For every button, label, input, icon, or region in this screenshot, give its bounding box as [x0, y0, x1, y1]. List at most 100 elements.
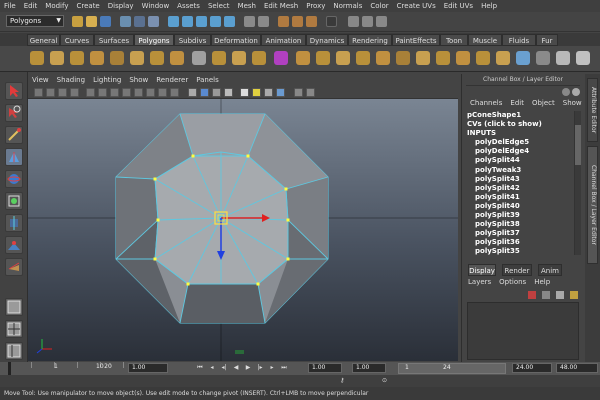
panel-menu-renderer[interactable]: Renderer	[152, 76, 192, 84]
panel-menu-lighting[interactable]: Lighting	[89, 76, 125, 84]
panel-menu-view[interactable]: View	[28, 76, 53, 84]
step-back-key-icon[interactable]: ◂|	[220, 364, 228, 372]
poly-cube-icon[interactable]	[50, 51, 64, 65]
bookmark-icon[interactable]	[58, 88, 67, 97]
append-polygon-icon[interactable]	[336, 51, 350, 65]
image-plane-icon[interactable]	[70, 88, 79, 97]
textured-icon[interactable]	[240, 88, 249, 97]
current-time-field[interactable]: 1.00	[128, 363, 168, 373]
cb-menu-edit[interactable]: Edit	[506, 99, 528, 109]
input-node[interactable]: polySplit35	[467, 247, 575, 255]
input-node[interactable]: polySplit38	[467, 220, 575, 229]
shelf-tab-surfaces[interactable]: Surfaces	[94, 34, 134, 46]
insert-edge-loop-icon[interactable]	[376, 51, 390, 65]
snap-grid-icon[interactable]	[168, 16, 179, 27]
channel-box-scrollbar[interactable]	[574, 111, 581, 255]
snap-surface-icon[interactable]	[224, 16, 235, 27]
menu-display[interactable]: Display	[104, 2, 138, 10]
wireframe-icon[interactable]	[188, 88, 197, 97]
show-channel-box-icon[interactable]	[376, 16, 387, 27]
paint-select-tool-icon[interactable]	[5, 126, 23, 144]
input-node[interactable]: polySplit37	[467, 229, 575, 238]
layout-four-pane-icon[interactable]	[5, 320, 23, 338]
render-settings-icon[interactable]	[306, 16, 317, 27]
menu-edit-uvs[interactable]: Edit UVs	[440, 2, 477, 10]
poke-icon[interactable]	[476, 51, 490, 65]
show-attribute-editor-icon[interactable]	[348, 16, 359, 27]
play-forward-icon[interactable]: ▶	[244, 364, 252, 372]
layout-single-pane-icon[interactable]	[5, 298, 23, 316]
input-node[interactable]: polySplit44	[467, 156, 575, 165]
go-to-end-icon[interactable]: ⏭	[280, 364, 288, 372]
cb-menu-object[interactable]: Object	[528, 99, 559, 109]
channel-box-option-icon[interactable]	[562, 88, 570, 96]
high-quality-icon[interactable]	[306, 88, 315, 97]
scrollbar-thumb[interactable]	[575, 125, 581, 165]
poly-cylinder-icon[interactable]	[70, 51, 84, 65]
open-scene-icon[interactable]	[86, 16, 97, 27]
shape-node-name[interactable]: pConeShape1	[467, 111, 575, 120]
rotate-tool-icon[interactable]	[5, 170, 23, 188]
menu-create[interactable]: Create	[72, 2, 103, 10]
select-object-icon[interactable]	[134, 16, 145, 27]
scale-tool-icon[interactable]	[5, 192, 23, 210]
shelf-tab-painteffects[interactable]: PaintEffects	[392, 34, 440, 46]
checker-icon[interactable]	[556, 51, 570, 65]
input-node[interactable]: polySplit42	[467, 184, 575, 193]
safe-title-icon[interactable]	[158, 88, 167, 97]
camera-attributes-icon[interactable]	[46, 88, 55, 97]
menu-set-select[interactable]: Polygons ▼	[6, 15, 64, 27]
menu-color[interactable]: Color	[366, 2, 392, 10]
snap-curve-icon[interactable]	[182, 16, 193, 27]
attribute-editor-tab[interactable]: Attribute Editor	[587, 78, 598, 142]
isolate-select-icon[interactable]	[294, 88, 303, 97]
menu-file[interactable]: File	[0, 2, 20, 10]
input-node[interactable]: polyTweak3	[467, 166, 575, 175]
animation-end-field[interactable]: 48.00	[556, 363, 598, 373]
film-gate-icon[interactable]	[98, 88, 107, 97]
separate-icon[interactable]	[212, 51, 226, 65]
perspective-viewport[interactable]	[28, 99, 458, 361]
shelf-tab-curves[interactable]: Curves	[60, 34, 94, 46]
camera-select-icon[interactable]	[34, 88, 43, 97]
shelf-tab-polygons[interactable]: Polygons	[134, 34, 174, 46]
input-node[interactable]: polyDelEdge4	[467, 147, 575, 156]
step-forward-frame-icon[interactable]: ▸	[268, 364, 276, 372]
resolution-gate-icon[interactable]	[110, 88, 119, 97]
panel-menu-shading[interactable]: Shading	[53, 76, 89, 84]
field-chart-icon[interactable]	[134, 88, 143, 97]
menu-mesh[interactable]: Mesh	[234, 2, 260, 10]
input-node[interactable]: polyDelEdge5	[467, 138, 575, 147]
shadows-icon[interactable]	[264, 88, 273, 97]
poly-pyramid-icon[interactable]	[170, 51, 184, 65]
step-forward-key-icon[interactable]: |▸	[256, 364, 264, 372]
menu-normals[interactable]: Normals	[329, 2, 366, 10]
shelf-tab-fluids[interactable]: Fluids	[502, 34, 536, 46]
menu-create-uvs[interactable]: Create UVs	[393, 2, 440, 10]
ipr-render-icon[interactable]	[292, 16, 303, 27]
select-hierarchy-icon[interactable]	[120, 16, 131, 27]
poly-prism-icon[interactable]	[150, 51, 164, 65]
menu-proxy[interactable]: Proxy	[302, 2, 329, 10]
shelf-tab-muscle[interactable]: Muscle	[468, 34, 502, 46]
playback-end-field[interactable]: 24.00	[512, 363, 552, 373]
render-frame-icon[interactable]	[278, 16, 289, 27]
shelf-tab-dynamics[interactable]: Dynamics	[306, 34, 348, 46]
lasso-tool-icon[interactable]	[5, 104, 23, 122]
auto-key-icon[interactable]: ⊙	[382, 377, 390, 385]
range-slider[interactable]: 1 24	[398, 363, 506, 374]
move-down-layer-icon[interactable]	[570, 291, 578, 299]
layer-menu-options[interactable]: Options	[499, 278, 534, 286]
grid-toggle-icon[interactable]	[86, 88, 95, 97]
poly-torus-icon[interactable]	[130, 51, 144, 65]
all-lights-icon[interactable]	[252, 88, 261, 97]
menu-help[interactable]: Help	[477, 2, 501, 10]
smooth-shade-icon[interactable]	[200, 88, 209, 97]
combine-icon[interactable]	[192, 51, 206, 65]
history-icon[interactable]	[244, 16, 255, 27]
snap-view-icon[interactable]	[210, 16, 221, 27]
animation-start-field[interactable]: 1.00	[352, 363, 386, 373]
cb-menu-show[interactable]: Show	[559, 99, 586, 109]
extrude-icon[interactable]	[296, 51, 310, 65]
shelf-tab-deformation[interactable]: Deformation	[211, 34, 261, 46]
